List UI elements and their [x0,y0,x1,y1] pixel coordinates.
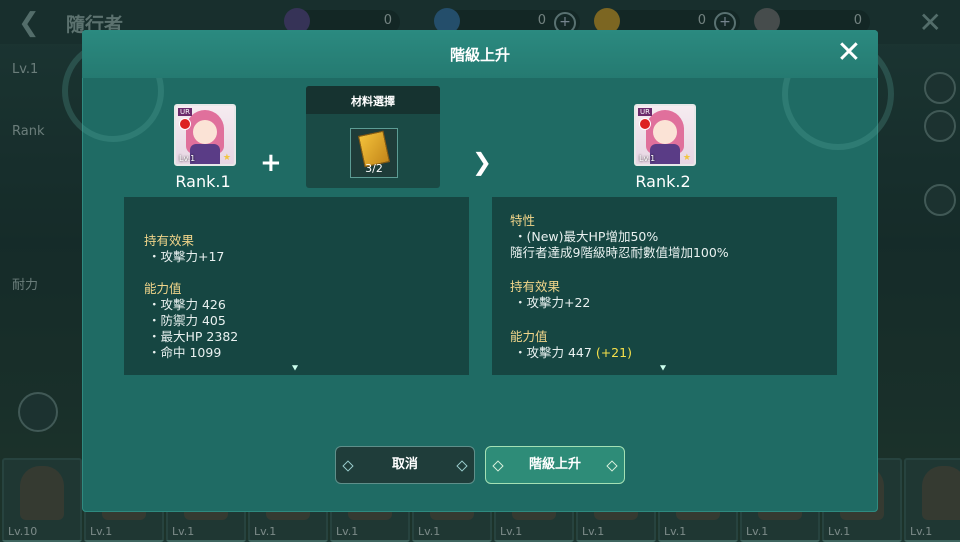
holding-effect-section: 持有效果 ・攻擊力+17 [144,233,224,265]
current-stats-panel[interactable]: 持有效果 ・攻擊力+17 能力值 ・攻擊力 426 ・防禦力 405 ・最大HP… [124,197,469,375]
decor-diamond [492,460,504,472]
section-heading: 持有效果 [510,279,561,294]
section-heading: 持有效果 [144,233,195,248]
stat-row: ・攻擊力+22 [514,295,591,310]
attribute-icon [179,118,191,130]
decor-diamond [342,460,354,472]
section-heading: 能力值 [144,281,182,296]
section-heading: 特性 [510,213,536,228]
dialog-title: 階級上升 [449,46,510,64]
material-title: 材料選擇 [351,95,395,108]
trait-row: ・(New)最大HP增加50% [514,229,659,244]
plus-icon: + [260,148,282,178]
cancel-button[interactable]: 取消 [335,446,475,484]
close-icon[interactable]: ✕ [832,36,866,70]
star-icon: ★ [222,153,231,163]
star-icon: ★ [682,153,691,163]
material-count: 3/2 [365,162,383,175]
rank-up-button[interactable]: 階級上升 [485,446,625,484]
next-companion-portrait: UR Lv.1 ★ [634,104,696,166]
attribute-icon [639,118,651,130]
portrait-level: Lv.1 [179,154,196,163]
decor-diamond [456,460,468,472]
stat-row: ・攻擊力+17 [148,249,225,264]
cancel-button-label: 取消 [391,457,418,472]
next-stats-panel[interactable]: 特性 ・(New)最大HP增加50% 隨行者達成9階級時忍耐數值增加100% 持… [492,197,837,375]
stat-row: ・防禦力 405 [148,313,226,328]
dialog-header: 階級上升 ✕ [82,30,878,78]
stat-bonus: (+21) [595,345,632,360]
trait-section: 特性 ・(New)最大HP增加50% 隨行者達成9階級時忍耐數值增加100% [510,213,729,261]
scroll-down-icon[interactable]: ⯆ [289,363,301,375]
rank-up-button-label: 階級上升 [528,457,581,472]
portrait-face [193,120,217,144]
current-rank-label: Rank.1 [175,172,231,191]
rank-up-dialog: 階級上升 ✕ UR Lv.1 ★ Rank.1 + 材料選擇 3/2 ❯ UR … [62,30,894,512]
ability-section: 能力值 ・攻擊力 447 (+21) [510,329,632,361]
portrait-level: Lv.1 [639,154,656,163]
grade-badge: UR [178,108,192,116]
material-slot[interactable]: 3/2 [350,128,398,178]
stat-row: ・最大HP 2382 [148,329,239,344]
grade-badge: UR [638,108,652,116]
decor-diamond [606,460,618,472]
trait-row: 隨行者達成9階級時忍耐數值增加100% [510,245,729,260]
material-selection[interactable]: 材料選擇 3/2 [306,86,440,188]
stat-row: ・攻擊力 426 [148,297,226,312]
stat-row: ・命中 1099 [148,345,222,360]
section-heading: 能力值 [510,329,548,344]
chevron-right-icon: ❯ [472,148,493,176]
portrait-face [653,120,677,144]
current-companion-portrait: UR Lv.1 ★ [174,104,236,166]
ability-section: 能力值 ・攻擊力 426 ・防禦力 405 ・最大HP 2382 ・命中 109… [144,281,238,361]
stat-value: ・攻擊力 447 [514,345,592,360]
material-header: 材料選擇 [306,86,440,114]
next-rank-label: Rank.2 [635,172,691,191]
holding-effect-section: 持有效果 ・攻擊力+22 [510,279,590,311]
stat-row: ・攻擊力 447 (+21) [510,345,632,361]
scroll-down-icon[interactable]: ⯆ [657,363,669,375]
